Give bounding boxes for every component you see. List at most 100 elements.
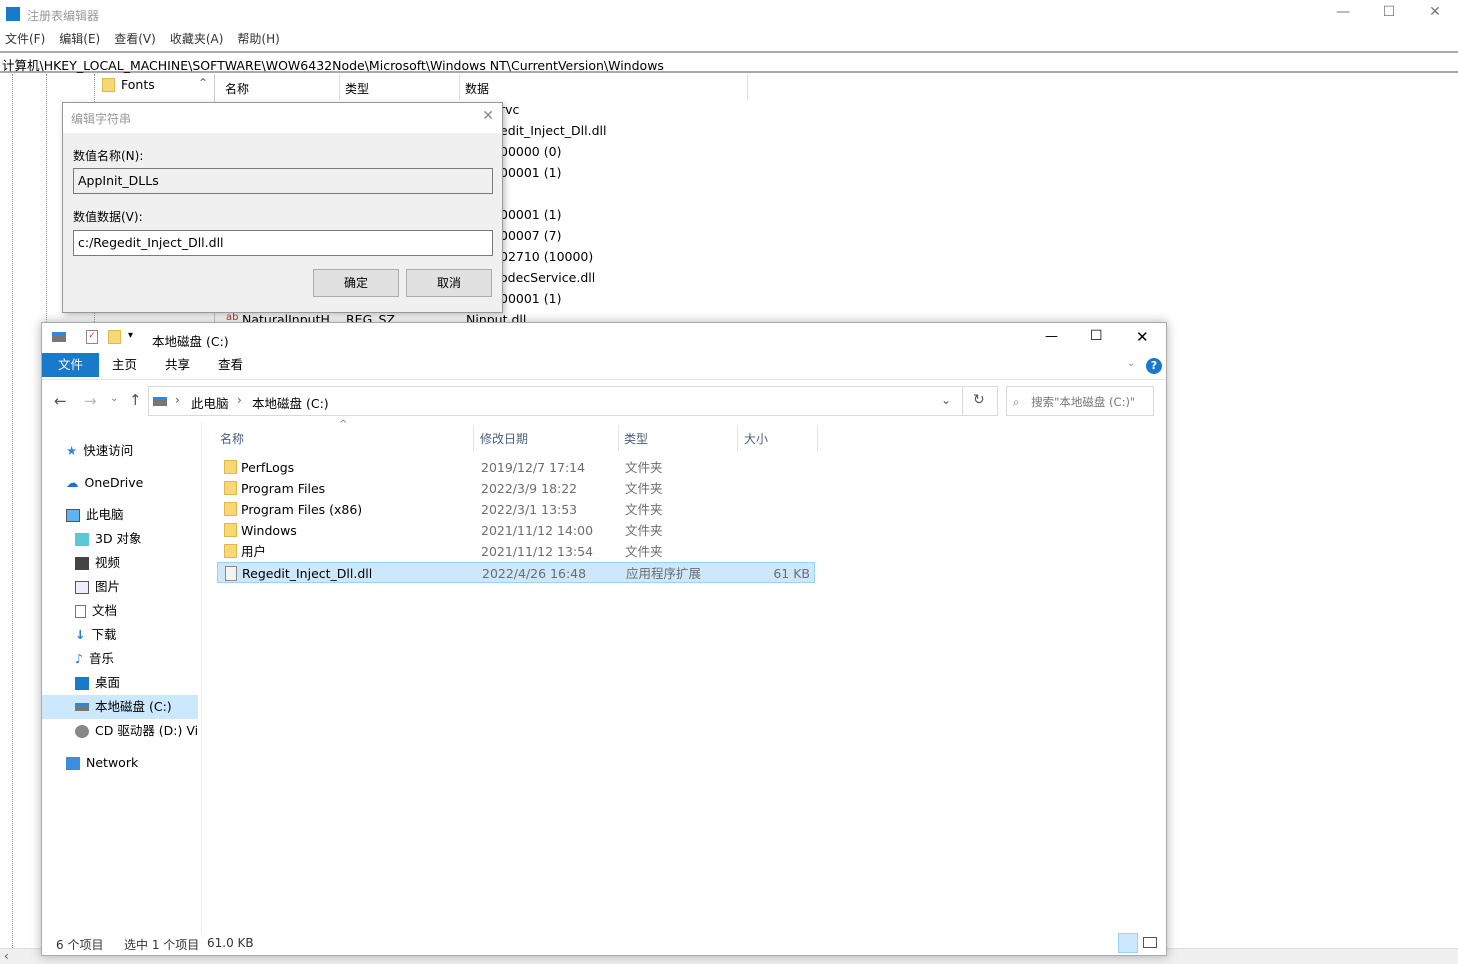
scroll-up-icon[interactable]: ⌃ [198, 76, 208, 90]
breadcrumb-drive-c[interactable]: 本地磁盘 (C:) [252, 393, 329, 412]
close-button[interactable]: ✕ [1136, 328, 1149, 346]
col-type[interactable]: 类型 [624, 430, 648, 447]
address-bar[interactable]: › 此电脑 › 本地磁盘 (C:) ⌄ ↻ [148, 386, 998, 416]
document-icon [75, 604, 86, 618]
qat-dropdown-icon[interactable]: ▾ [128, 330, 133, 341]
file-row[interactable]: Program Files (x86) 2022/3/1 13:53 文件夹 [217, 499, 815, 520]
nav-network[interactable]: Network [66, 751, 138, 775]
drive-icon [153, 397, 167, 406]
status-size: 61.0 KB [207, 936, 254, 950]
search-icon: ⌕ [1013, 395, 1020, 409]
network-icon [66, 756, 80, 770]
menu-file[interactable]: 文件(F) [5, 30, 45, 48]
nav-music[interactable]: ♪ 音乐 [75, 647, 114, 671]
col-type[interactable]: 类型 [340, 74, 460, 100]
folder-icon [224, 502, 237, 516]
file-date: 2022/4/26 16:48 [482, 566, 587, 581]
tab-file[interactable]: 文件 [42, 353, 99, 377]
status-item-count: 6 个项目 [56, 938, 104, 952]
menu-edit[interactable]: 编辑(E) [59, 30, 100, 48]
nav-cd-drive[interactable]: CD 驱动器 (D:) Vir [75, 719, 199, 743]
file-row[interactable]: Windows 2021/11/12 14:00 文件夹 [217, 520, 815, 541]
reg-value-data: 00007 (7) [500, 228, 562, 243]
refresh-icon[interactable]: ↻ [973, 392, 985, 408]
dialog-title: 编辑字符串 [63, 103, 502, 133]
file-type: 文件夹 [625, 460, 663, 475]
folder-icon [102, 78, 115, 92]
tab-share[interactable]: 共享 [165, 353, 190, 377]
navigation-pane[interactable]: ★ 快速访问 ☁ OneDrive 此电脑 3D 对象 视频 图片 文档 ↓ 下载 ♪… [42, 423, 202, 933]
registry-columns: 名称 类型 数据 [220, 74, 748, 100]
nav-3d-objects[interactable]: 3D 对象 [75, 527, 142, 551]
file-list-header: 名称 修改日期 类型 大小 [217, 425, 818, 451]
minimize-button[interactable]: — [1333, 4, 1353, 24]
col-date[interactable]: 修改日期 [480, 430, 528, 447]
nav-onedrive[interactable]: ☁ OneDrive [66, 471, 143, 495]
value-data-field[interactable]: c:/Regedit_Inject_Dll.dll [73, 230, 493, 256]
menu-help[interactable]: 帮助(H) [237, 30, 279, 48]
nav-pictures[interactable]: 图片 [75, 575, 120, 599]
new-folder-icon[interactable] [108, 330, 121, 344]
file-row[interactable]: 用户 2021/11/12 13:54 文件夹 [217, 541, 815, 562]
dialog-close-icon[interactable]: ✕ [482, 108, 494, 124]
nav-downloads[interactable]: ↓ 下载 [75, 623, 117, 647]
large-icons-view-button[interactable] [1143, 937, 1157, 948]
maximize-button[interactable]: ☐ [1379, 4, 1399, 24]
nav-desktop[interactable]: 桌面 [75, 671, 120, 695]
folder-icon [224, 544, 237, 558]
cancel-button[interactable]: 取消 [406, 269, 492, 297]
minimize-button[interactable]: — [1045, 329, 1058, 344]
drive-icon [75, 703, 89, 711]
nav-this-pc[interactable]: 此电脑 [66, 503, 124, 527]
recent-dropdown-icon[interactable]: ⌄ [110, 393, 118, 404]
explorer-title: 本地磁盘 (C:) [152, 334, 229, 349]
nav-documents[interactable]: 文档 [75, 599, 117, 623]
nav-quick-access[interactable]: ★ 快速访问 [66, 439, 133, 463]
file-size: 61 KB [773, 566, 810, 581]
forward-icon[interactable]: → [84, 392, 97, 410]
breadcrumb-this-pc[interactable]: 此电脑 [191, 393, 229, 412]
search-input[interactable]: 搜索"本地磁盘 (C:)" [1031, 395, 1135, 409]
col-name[interactable]: 名称 [220, 74, 340, 100]
tab-view[interactable]: 查看 [218, 353, 243, 377]
details-view-button[interactable] [1118, 933, 1138, 953]
value-data-label: 数值数据(V): [73, 210, 143, 224]
menu-favorites[interactable]: 收藏夹(A) [170, 30, 224, 48]
nav-videos[interactable]: 视频 [75, 551, 120, 575]
maximize-button[interactable]: ☐ [1090, 328, 1103, 344]
music-icon: ♪ [75, 651, 83, 666]
file-row[interactable]: Program Files 2022/3/9 18:22 文件夹 [217, 478, 815, 499]
search-box[interactable]: ⌕ 搜索"本地磁盘 (C:)" [1006, 386, 1154, 416]
up-icon[interactable]: ↑ [129, 391, 142, 409]
col-data[interactable]: 数据 [460, 74, 748, 100]
address-dropdown-icon[interactable]: ⌄ [941, 393, 951, 407]
ok-button[interactable]: 确定 [313, 269, 399, 297]
chevron-right-icon: › [237, 393, 242, 407]
close-button[interactable]: ✕ [1425, 4, 1445, 24]
menu-view[interactable]: 查看(V) [114, 30, 156, 48]
registry-address-bar[interactable]: 计算机\HKEY_LOCAL_MACHINE\SOFTWARE\WOW6432N… [0, 51, 1458, 73]
folder-icon [224, 523, 237, 537]
file-row[interactable]: PerfLogs 2019/12/7 17:14 文件夹 [217, 457, 815, 478]
download-icon: ↓ [75, 627, 86, 642]
nav-local-disk-c[interactable]: 本地磁盘 (C:) [42, 695, 198, 719]
dll-file-icon [225, 566, 237, 581]
properties-icon[interactable]: ✓ [86, 330, 98, 344]
file-date: 2022/3/9 18:22 [481, 481, 578, 496]
folder-icon [224, 481, 237, 495]
tree-item-fonts[interactable]: Fonts [121, 77, 155, 92]
reg-value-data: edit_Inject_Dll.dll [500, 123, 607, 138]
col-size[interactable]: 大小 [744, 430, 768, 447]
col-name[interactable]: 名称 [220, 430, 244, 447]
expand-ribbon-icon[interactable]: ⌄ [1127, 358, 1135, 369]
regedit-titlebar: 注册表编辑器 — ☐ ✕ [0, 0, 1458, 28]
value-name-field[interactable]: AppInit_DLLs [73, 168, 493, 194]
help-icon[interactable]: ? [1146, 358, 1162, 374]
reg-value-data: 00001 (1) [500, 207, 562, 222]
reg-value-data: 00000 (0) [500, 144, 562, 159]
file-row[interactable]: Regedit_Inject_Dll.dll 2022/4/26 16:48 应… [217, 562, 815, 583]
drive-icon [52, 332, 66, 342]
back-icon[interactable]: ← [54, 392, 67, 410]
tab-home[interactable]: 主页 [112, 353, 137, 377]
file-name: Windows [241, 523, 297, 538]
